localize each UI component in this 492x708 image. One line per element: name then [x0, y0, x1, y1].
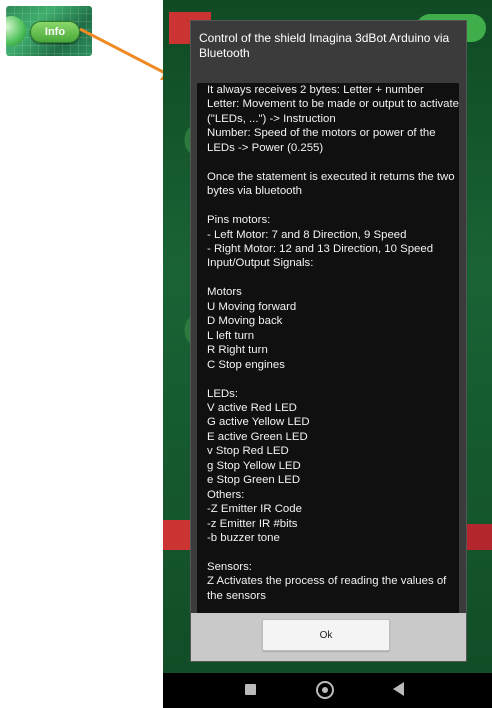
- info-button-thumbnail: Info: [6, 6, 92, 56]
- home-icon[interactable]: [316, 681, 334, 699]
- navigation-bar: [163, 673, 492, 708]
- arrow-shaft: [79, 27, 168, 76]
- dialog-title: Control of the shield Imagina 3dBot Ardu…: [199, 31, 450, 60]
- info-dialog: Control of the shield Imagina 3dBot Ardu…: [190, 20, 467, 662]
- ok-button[interactable]: Ok: [262, 619, 390, 651]
- dialog-body-text: It always receives 2 bytes: Letter + num…: [207, 84, 459, 602]
- dialog-footer: Ok: [191, 613, 466, 661]
- recents-icon[interactable]: [245, 684, 256, 695]
- info-button[interactable]: Info: [30, 21, 80, 43]
- back-icon[interactable]: [393, 682, 404, 696]
- phone-screen: Control of the shield Imagina 3dBot Ardu…: [163, 0, 492, 708]
- dialog-body-scroll[interactable]: It always receives 2 bytes: Letter + num…: [197, 83, 459, 622]
